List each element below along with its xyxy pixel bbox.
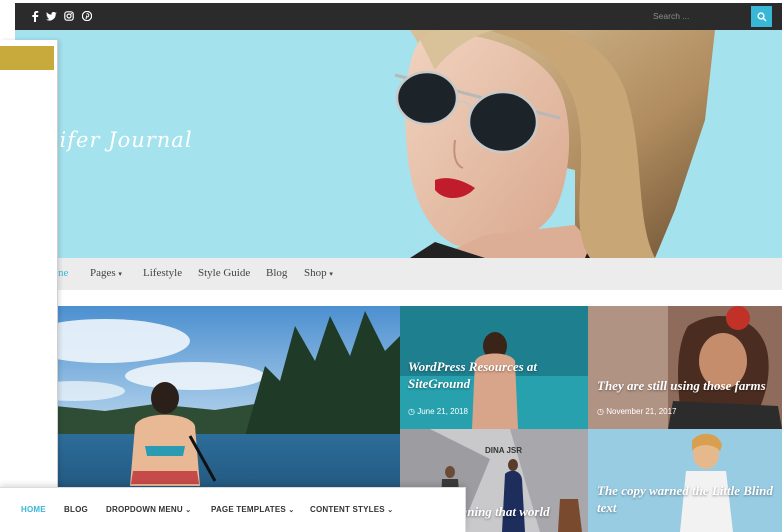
nav-item-lifestyle[interactable]: Lifestyle [143,267,182,279]
instagram-icon[interactable] [61,8,77,24]
top-bar: Search ... [15,3,782,30]
main-navigation: ne Pages ▾ Lifestyle Style Guide Blog Sh… [15,258,782,290]
overlapping-window-nav: HOME BLOG DROPDOWN MENU ⌄ PAGE TEMPLATES… [0,487,466,532]
pinterest-icon[interactable] [79,8,95,24]
post-date: ◷ June 21, 2018 [408,407,468,416]
runway-sign: DINA JSR [485,446,523,455]
chevron-down-icon: ⌄ [387,507,394,514]
bottom-nav-label: DROPDOWN MENU [106,505,183,514]
nav-item-label: Shop [304,267,327,279]
bottom-nav-dropdown-menu[interactable]: DROPDOWN MENU ⌄ [106,505,191,514]
nav-item-blog[interactable]: Blog [266,267,287,279]
post-date-text: June 21, 2018 [417,407,468,416]
bottom-nav-label: PAGE TEMPLATES [211,505,286,514]
gold-banner [0,46,54,70]
bottom-nav-label: CONTENT STYLES [310,505,385,514]
facebook-icon[interactable] [27,8,43,24]
blog-homepage: Search ... nifer Journal ne Pages ▾ Life… [15,3,782,532]
overlapping-window-left [0,40,58,500]
nav-item-style-guide[interactable]: Style Guide [198,267,250,279]
post-date: ◷ November 21, 2017 [597,407,676,416]
search-icon [756,11,767,22]
post-title[interactable]: The copy warned the Little Blind text [597,482,777,516]
nav-item-label: Pages [90,267,116,279]
hero-header-image: nifer Journal [15,30,782,258]
search-input[interactable]: Search ... [643,7,748,26]
site-title[interactable]: nifer Journal [45,128,193,152]
post-title[interactable]: They are still using those farms [597,377,777,394]
caret-down-icon: ▾ [329,270,333,278]
post-title[interactable]: nning that world [460,503,588,520]
bottom-nav-home[interactable]: HOME [21,505,46,514]
caret-down-icon: ▾ [118,270,122,278]
chevron-down-icon: ⌄ [185,507,192,514]
search-button[interactable] [751,6,772,27]
chevron-down-icon: ⌄ [288,507,295,514]
post-date-text: November 21, 2017 [606,407,677,416]
post-tile-farms[interactable]: They are still using those farms ◷ Novem… [588,306,782,429]
screenshot-stage: Search ... nifer Journal ne Pages ▾ Life… [0,0,782,532]
post-tile-wordpress[interactable]: WordPress Resources at SiteGround ◷ June… [400,306,588,429]
post-tile-blind-text[interactable]: The copy warned the Little Blind text [588,429,782,532]
twitter-icon[interactable] [43,8,59,24]
nav-item-pages[interactable]: Pages ▾ [90,267,122,279]
post-title[interactable]: WordPress Resources at SiteGround [408,358,578,392]
bottom-nav-content-styles[interactable]: CONTENT STYLES ⌄ [310,505,393,514]
bottom-nav-blog[interactable]: BLOG [64,505,88,514]
clock-icon: ◷ [408,407,415,416]
bottom-nav-page-templates[interactable]: PAGE TEMPLATES ⌄ [211,505,294,514]
child-photo [588,429,782,532]
nav-item-home[interactable]: ne [58,267,68,279]
nav-item-shop[interactable]: Shop ▾ [304,267,333,279]
clock-icon: ◷ [597,407,604,416]
